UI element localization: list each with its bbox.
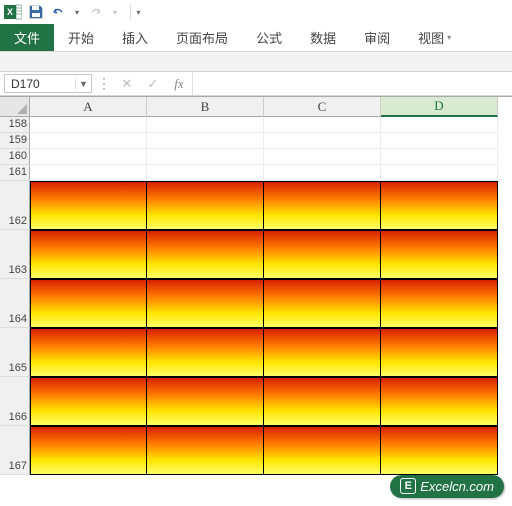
redo-dropdown-icon[interactable]: ▾ (110, 4, 120, 20)
tab-review[interactable]: 审阅 (350, 24, 404, 51)
tab-label: 公式 (256, 28, 282, 47)
excel-app-icon: X (4, 3, 22, 21)
cell[interactable] (381, 328, 498, 377)
formula-input[interactable] (192, 72, 512, 95)
tab-layout[interactable]: 页面布局 (162, 24, 242, 51)
cell[interactable] (381, 149, 498, 165)
cell[interactable] (264, 230, 381, 279)
row-header[interactable]: 165 (0, 328, 30, 377)
row-header[interactable]: 160 (0, 149, 30, 165)
name-box-dropdown-icon[interactable]: ▼ (75, 79, 91, 89)
formula-bar: D170 ▼ ⋮ ✕ ✓ fx (0, 72, 512, 96)
fx-label: fx (174, 76, 183, 92)
ribbon-tabs: 文件 开始 插入 页面布局 公式 数据 审阅 视图▾ (0, 24, 512, 52)
tab-file[interactable]: 文件 (0, 24, 54, 51)
row-header[interactable]: 159 (0, 133, 30, 149)
enter-button: ✓ (140, 72, 166, 95)
cell[interactable] (147, 328, 264, 377)
name-box[interactable]: D170 ▼ (4, 74, 92, 93)
watermark-icon: E (400, 478, 416, 494)
formula-bar-separator: ⋮ (94, 72, 114, 95)
name-box-value: D170 (5, 77, 75, 91)
cell[interactable] (264, 165, 381, 181)
tab-label: 视图 (418, 28, 444, 47)
row-header[interactable]: 166 (0, 377, 30, 426)
tab-view[interactable]: 视图▾ (404, 24, 465, 51)
cell[interactable] (381, 230, 498, 279)
cell[interactable] (30, 230, 147, 279)
tab-home[interactable]: 开始 (54, 24, 108, 51)
cell[interactable] (264, 181, 381, 230)
cell[interactable] (30, 165, 147, 181)
tab-label: 文件 (14, 28, 40, 47)
cell[interactable] (30, 377, 147, 426)
cell[interactable] (147, 149, 264, 165)
tab-data[interactable]: 数据 (296, 24, 350, 51)
column-header[interactable]: B (147, 97, 264, 117)
cell[interactable] (147, 165, 264, 181)
cancel-button: ✕ (114, 72, 140, 95)
cell[interactable] (264, 149, 381, 165)
tab-label: 页面布局 (176, 28, 228, 47)
cell[interactable] (264, 279, 381, 328)
cell[interactable] (264, 328, 381, 377)
watermark-badge: E Excelcn.com (390, 475, 504, 498)
column-header[interactable]: C (264, 97, 381, 117)
row-header[interactable]: 158 (0, 117, 30, 133)
tab-insert[interactable]: 插入 (108, 24, 162, 51)
redo-button[interactable] (88, 4, 104, 20)
row-header[interactable]: 167 (0, 426, 30, 475)
watermark-text: Excelcn.com (420, 479, 494, 494)
cell[interactable] (30, 133, 147, 149)
cell[interactable] (147, 181, 264, 230)
qat-customize-icon[interactable]: ▾ (130, 4, 140, 20)
cell[interactable] (381, 165, 498, 181)
cell[interactable] (30, 181, 147, 230)
cell[interactable] (30, 117, 147, 133)
cell[interactable] (264, 377, 381, 426)
cell[interactable] (147, 117, 264, 133)
tab-formula[interactable]: 公式 (242, 24, 296, 51)
cell[interactable] (30, 279, 147, 328)
undo-dropdown-icon[interactable]: ▾ (72, 4, 82, 20)
cell[interactable] (147, 426, 264, 475)
cell[interactable] (147, 377, 264, 426)
spreadsheet-grid[interactable]: A B C D 158 159 160 161 162 163 164 165 … (0, 96, 512, 475)
cell[interactable] (147, 133, 264, 149)
cell[interactable] (30, 328, 147, 377)
row-header[interactable]: 162 (0, 181, 30, 230)
cell[interactable] (264, 117, 381, 133)
row-header[interactable]: 164 (0, 279, 30, 328)
ribbon-body-collapsed (0, 52, 512, 72)
svg-text:X: X (7, 7, 13, 17)
tab-label: 开始 (68, 28, 94, 47)
tab-label: 插入 (122, 28, 148, 47)
cell[interactable] (381, 279, 498, 328)
column-header[interactable]: A (30, 97, 147, 117)
cell[interactable] (30, 149, 147, 165)
cell[interactable] (30, 426, 147, 475)
row-header[interactable]: 161 (0, 165, 30, 181)
chevron-down-icon: ▾ (447, 33, 451, 42)
cell[interactable] (381, 117, 498, 133)
cell[interactable] (147, 279, 264, 328)
cell[interactable] (381, 377, 498, 426)
tab-label: 审阅 (364, 28, 390, 47)
row-header[interactable]: 163 (0, 230, 30, 279)
cell[interactable] (264, 133, 381, 149)
undo-button[interactable] (50, 4, 66, 20)
select-all-corner[interactable] (0, 97, 30, 117)
fx-button[interactable]: fx (166, 72, 192, 95)
tab-label: 数据 (310, 28, 336, 47)
cell[interactable] (381, 133, 498, 149)
column-header[interactable]: D (381, 97, 498, 117)
cell[interactable] (264, 426, 381, 475)
save-icon[interactable] (28, 4, 44, 20)
cell[interactable] (381, 426, 498, 475)
title-bar: X ▾ ▾ ▾ (0, 0, 512, 24)
cell[interactable] (381, 181, 498, 230)
cell[interactable] (147, 230, 264, 279)
